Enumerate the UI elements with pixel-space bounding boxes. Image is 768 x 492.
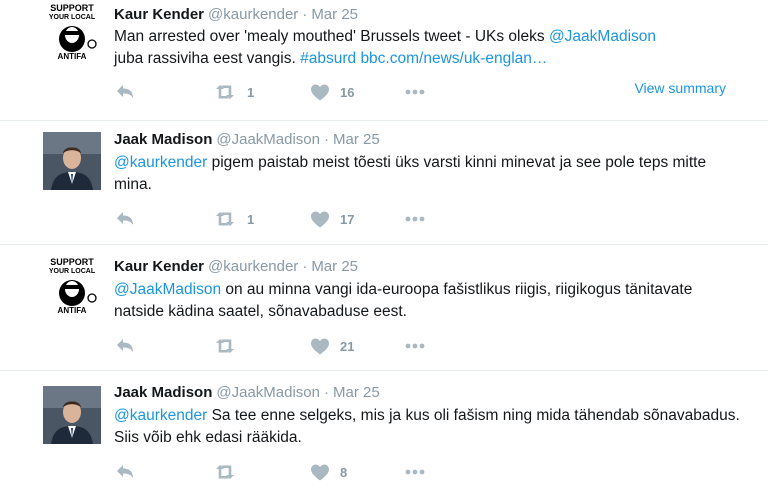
like-button[interactable]: 21	[310, 335, 354, 357]
mention-link[interactable]: @JaakMadison	[549, 28, 656, 45]
user-fullname[interactable]: Jaak Madison	[114, 131, 212, 148]
mention-link[interactable]: @kaurkender	[114, 407, 207, 424]
more-icon	[405, 89, 425, 95]
tweet-text: @JaakMadison on au minna vangi ida-euroo…	[114, 279, 744, 323]
retweet-count: 1	[247, 211, 255, 227]
tweet-actions: 1 17	[114, 208, 754, 230]
retweet-icon	[216, 85, 234, 99]
tweet-header: Kaur Kender @kaurkender · Mar 25	[114, 257, 358, 277]
retweet-icon	[216, 212, 234, 226]
tweet-timestamp[interactable]: Mar 25	[333, 384, 380, 401]
user-handle[interactable]: @JaakMadison	[216, 384, 320, 401]
reply-button[interactable]	[114, 208, 136, 230]
avatar[interactable]	[43, 132, 101, 190]
like-count: 21	[340, 338, 355, 354]
svg-text:SUPPORT: SUPPORT	[50, 3, 94, 13]
antifa-logo-icon: SUPPORT YOUR LOCAL ANTIFA	[43, 2, 101, 60]
retweet-count: 1	[247, 84, 255, 100]
reply-icon	[117, 339, 133, 352]
tweet-text-part: Man arrested over 'mealy mouthed' Brusse…	[114, 28, 549, 45]
heart-icon	[311, 338, 329, 354]
heart-icon	[311, 464, 329, 480]
tweet-header: Kaur Kender @kaurkender · Mar 25	[114, 5, 358, 25]
heart-icon	[311, 211, 329, 227]
user-fullname[interactable]: Kaur Kender	[114, 6, 204, 23]
reply-icon	[117, 212, 133, 225]
separator-dot: ·	[323, 131, 329, 148]
svg-text:YOUR LOCAL: YOUR LOCAL	[49, 14, 96, 21]
user-fullname[interactable]: Kaur Kender	[114, 258, 204, 275]
reply-icon	[117, 85, 133, 98]
tweet[interactable]: SUPPORT YOUR LOCAL ANTIFA Kaur Kender @ka…	[0, 0, 768, 121]
more-button[interactable]	[404, 461, 426, 483]
svg-text:ANTIFA: ANTIFA	[58, 306, 87, 314]
tweet-text: @kaurkender pigem paistab meist tõesti ü…	[114, 152, 744, 196]
tweet-header: Jaak Madison @JaakMadison · Mar 25	[114, 383, 380, 403]
tweet-text: @kaurkender Sa tee enne selgeks, mis ja …	[114, 405, 744, 449]
tweet-timestamp[interactable]: Mar 25	[333, 131, 380, 148]
heart-icon	[311, 84, 329, 100]
retweet-button[interactable]: 1	[213, 208, 254, 230]
retweet-button[interactable]	[213, 461, 247, 483]
separator-dot: ·	[302, 258, 308, 275]
user-handle[interactable]: @JaakMadison	[216, 131, 320, 148]
user-handle[interactable]: @kaurkender	[208, 6, 298, 23]
retweet-button[interactable]: 1	[213, 81, 254, 103]
mention-link[interactable]: @JaakMadison	[114, 281, 221, 298]
user-fullname[interactable]: Jaak Madison	[114, 384, 212, 401]
separator-dot: ·	[323, 384, 329, 401]
more-button[interactable]	[404, 208, 426, 230]
svg-text:ANTIFA: ANTIFA	[58, 52, 87, 60]
mention-link[interactable]: @kaurkender	[114, 154, 207, 171]
like-button[interactable]: 17	[310, 208, 354, 230]
avatar[interactable]	[43, 386, 101, 444]
avatar[interactable]: SUPPORT YOUR LOCAL ANTIFA	[43, 256, 101, 314]
like-count: 17	[340, 211, 355, 227]
tweet[interactable]: Jaak Madison @JaakMadison · Mar 25 @kaurken…	[0, 371, 768, 492]
more-icon	[405, 469, 425, 475]
reply-button[interactable]	[114, 335, 136, 357]
user-handle[interactable]: @kaurkender	[208, 258, 298, 275]
reply-icon	[117, 465, 133, 478]
reply-button[interactable]	[114, 461, 136, 483]
svg-text:YOUR LOCAL: YOUR LOCAL	[49, 268, 96, 275]
svg-text:SUPPORT: SUPPORT	[50, 257, 94, 267]
like-count: 8	[340, 464, 348, 480]
tweet[interactable]: Jaak Madison @JaakMadison · Mar 25 @kaurken…	[0, 121, 768, 245]
tweet-text-part: juba rassiviha eest vangis.	[114, 50, 301, 67]
tweet-timestamp[interactable]: Mar 25	[311, 258, 358, 275]
avatar[interactable]: SUPPORT YOUR LOCAL ANTIFA	[43, 2, 101, 60]
timeline: SUPPORT YOUR LOCAL ANTIFA Kaur Kender @ka…	[0, 0, 768, 492]
separator-dot: ·	[302, 6, 308, 23]
tweet-text: Man arrested over 'mealy mouthed' Brusse…	[114, 26, 744, 70]
profile-photo-icon	[43, 386, 101, 444]
retweet-icon	[216, 465, 234, 479]
tweet-header: Jaak Madison @JaakMadison · Mar 25	[114, 130, 380, 150]
like-button[interactable]: 16	[310, 81, 354, 103]
antifa-logo-icon: SUPPORT YOUR LOCAL ANTIFA	[43, 256, 101, 314]
retweet-icon	[216, 339, 234, 353]
more-button[interactable]	[404, 81, 426, 103]
like-button[interactable]: 8	[310, 461, 347, 483]
view-summary-link[interactable]: View summary	[634, 80, 726, 96]
like-count: 16	[340, 84, 355, 100]
profile-photo-icon	[43, 132, 101, 190]
tweet-timestamp[interactable]: Mar 25	[311, 6, 358, 23]
tweet[interactable]: SUPPORT YOUR LOCAL ANTIFA Kaur Kender @ka…	[0, 245, 768, 371]
more-icon	[405, 343, 425, 349]
url-link[interactable]: bbc.com/news/uk-englan…	[360, 50, 547, 67]
more-icon	[405, 216, 425, 222]
reply-button[interactable]	[114, 81, 136, 103]
more-button[interactable]	[404, 335, 426, 357]
hashtag-link[interactable]: #absurd	[300, 50, 356, 67]
retweet-button[interactable]	[213, 335, 247, 357]
tweet-actions: 21	[114, 335, 754, 357]
tweet-text-part: Sa tee enne selgeks, mis ja kus oli faši…	[114, 407, 740, 446]
tweet-actions: 8	[114, 461, 754, 483]
